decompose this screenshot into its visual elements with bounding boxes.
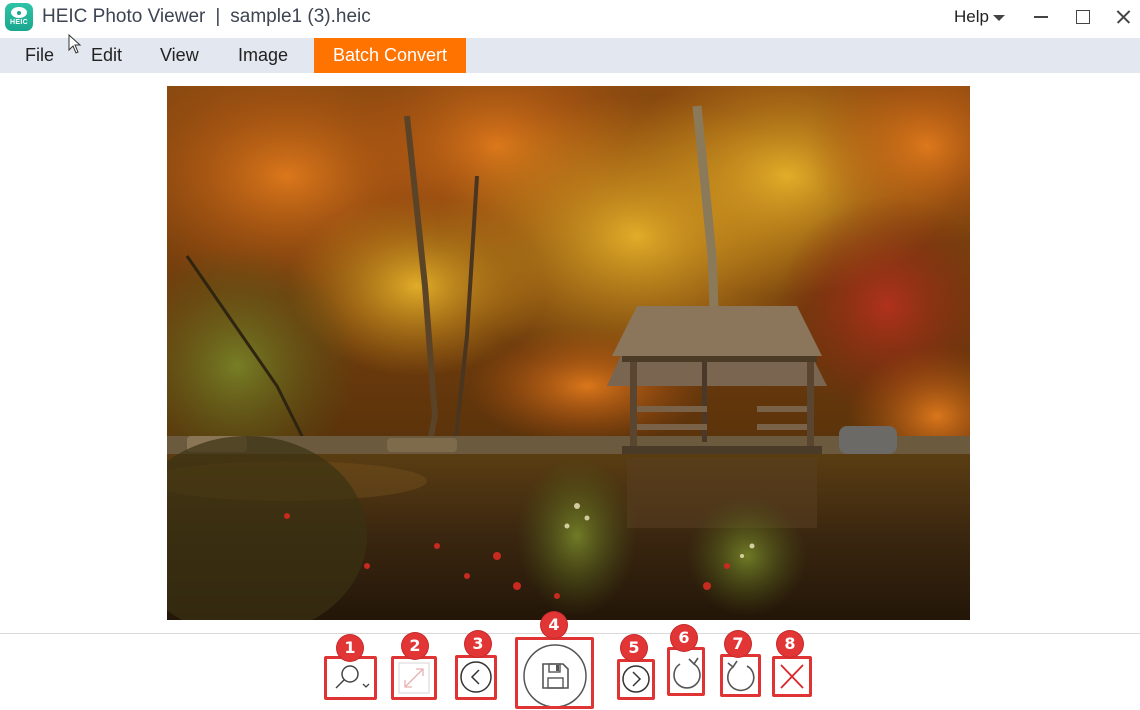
rotate-right-icon [726, 660, 755, 692]
title-bar: HEIC HEIC Photo Viewer | sample1 (3).heic … [0, 0, 1140, 38]
zoom-dropdown-icon [335, 665, 370, 689]
file-name: sample1 (3).heic [230, 6, 371, 27]
rotate-right-button[interactable] [720, 654, 761, 697]
help-label: Help [954, 7, 989, 26]
minimize-button[interactable] [1026, 4, 1056, 30]
menu-file[interactable]: File [25, 38, 54, 73]
displayed-photo [167, 86, 970, 620]
menu-batch-convert[interactable]: Batch Convert [314, 38, 467, 73]
next-button[interactable] [617, 659, 655, 700]
zoom-button[interactable] [324, 656, 377, 700]
previous-icon [460, 661, 492, 693]
app-logo-icon: HEIC [5, 3, 33, 31]
fit-to-screen-button[interactable] [391, 656, 437, 700]
menu-view[interactable]: View [160, 38, 199, 73]
rotate-left-icon [673, 657, 701, 689]
annotation-badge-8: 8 [777, 631, 803, 657]
toolbar-divider [0, 633, 1140, 634]
annotation-badge-2: 2 [402, 633, 428, 659]
fit-to-screen-icon [398, 662, 430, 694]
annotation-badge-5: 5 [621, 635, 647, 661]
menu-edit[interactable]: Edit [91, 38, 122, 73]
next-icon [622, 665, 650, 693]
save-icon [523, 644, 587, 706]
previous-button[interactable] [455, 655, 497, 700]
chevron-down-icon [992, 15, 1005, 21]
annotation-badge-4: 4 [541, 612, 567, 638]
window-title: HEIC Photo Viewer | sample1 (3).heic [42, 6, 371, 28]
maximize-button[interactable] [1067, 4, 1097, 30]
rotate-left-button[interactable] [667, 647, 705, 696]
annotation-badge-7: 7 [725, 631, 751, 657]
help-menu[interactable]: Help [954, 7, 1005, 27]
delete-button[interactable] [772, 656, 812, 697]
annotation-badge-6: 6 [671, 625, 697, 651]
mouse-cursor-icon [68, 34, 82, 54]
title-separator: | [215, 6, 221, 27]
menu-bar: File Edit View Image Batch Convert [0, 38, 1140, 73]
save-button[interactable] [515, 637, 594, 709]
annotation-badge-1: 1 [337, 635, 363, 661]
app-name: HEIC Photo Viewer [42, 6, 206, 27]
menu-image[interactable]: Image [238, 38, 288, 73]
annotation-badge-3: 3 [465, 631, 491, 657]
close-window-button[interactable] [1108, 4, 1138, 30]
delete-icon [780, 664, 804, 689]
